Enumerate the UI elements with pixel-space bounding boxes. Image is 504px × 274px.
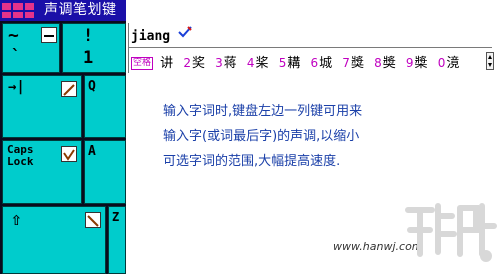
key-tilde[interactable]: ~ ` xyxy=(2,23,60,73)
window-title: 声调笔划键 xyxy=(44,2,117,18)
key-q[interactable]: Q xyxy=(84,75,126,138)
menu-grid-icon[interactable] xyxy=(2,3,34,18)
key-tilde-label: ~ xyxy=(8,25,19,46)
tone2-rising-icon xyxy=(61,81,77,97)
candidate-item[interactable]: 0滰 xyxy=(438,52,460,71)
key-q-label: Q xyxy=(88,79,96,94)
candidate-window: jiang 空格 讲 2奖 3蒋 4桨 5耩 6城 7獎 8奬 9槳 0滰 xyxy=(128,23,494,73)
key-exclamation-label: ! xyxy=(83,26,94,46)
description-line-1: 输入字词时,键盘左边一列键可用来 xyxy=(163,104,363,119)
key-shift[interactable]: ⇧ xyxy=(2,206,106,274)
space-key-badge: 空格 xyxy=(131,57,154,70)
candidate-item[interactable]: 8奬 xyxy=(374,52,396,71)
tone-stroke-keyboard-panel: 声调笔划键 ~ ` ! 1 →| Q Caps Lock A ⇧ Z xyxy=(0,0,126,274)
pinyin-input: jiang xyxy=(131,29,171,44)
key-tab-label: →| xyxy=(8,79,25,95)
candidate-page-scroller[interactable] xyxy=(486,52,494,70)
description-line-2: 输入字(或词最后字)的声调,以缩小 xyxy=(163,129,360,144)
page-up-icon[interactable] xyxy=(488,55,492,59)
key-z-label: Z xyxy=(112,210,120,224)
key-a[interactable]: A xyxy=(84,140,126,204)
tone-check-icon xyxy=(178,23,192,42)
tone3-dip-icon xyxy=(61,146,77,162)
candidate-item[interactable]: 讲 xyxy=(159,52,173,71)
description-line-3: 可选字词的范围,大幅提高速度. xyxy=(163,154,341,169)
key-1[interactable]: ! 1 xyxy=(62,23,126,73)
candidate-item[interactable]: 2奖 xyxy=(183,52,205,71)
candidate-left-border xyxy=(128,23,129,73)
page-down-icon[interactable] xyxy=(488,63,492,67)
key-capslock[interactable]: Caps Lock xyxy=(2,140,82,204)
title-bar: 声调笔划键 xyxy=(0,0,126,21)
key-shift-label: ⇧ xyxy=(11,209,22,230)
candidate-item[interactable]: 6城 xyxy=(311,52,333,71)
key-z[interactable]: Z xyxy=(108,206,126,274)
key-backtick-label: ` xyxy=(11,46,21,65)
key-a-label: A xyxy=(88,144,96,159)
tone4-falling-icon xyxy=(85,212,101,228)
candidate-list: 空格 讲 2奖 3蒋 4桨 5耩 6城 7獎 8奬 9槳 0滰 xyxy=(131,52,459,71)
key-capslock-label: Caps Lock xyxy=(7,143,34,168)
candidate-item[interactable]: 5耩 xyxy=(279,52,301,71)
key-tab[interactable]: →| xyxy=(2,75,82,138)
watermark-logo-icon xyxy=(405,203,497,262)
candidate-item[interactable]: 9槳 xyxy=(406,52,428,71)
tone1-flat-icon xyxy=(41,27,57,43)
candidate-divider xyxy=(128,47,492,48)
candidate-item[interactable]: 3蒋 xyxy=(215,52,237,71)
candidate-item[interactable]: 4桨 xyxy=(247,52,269,71)
key-1-label: 1 xyxy=(83,48,94,68)
candidate-item[interactable]: 7獎 xyxy=(342,52,364,71)
